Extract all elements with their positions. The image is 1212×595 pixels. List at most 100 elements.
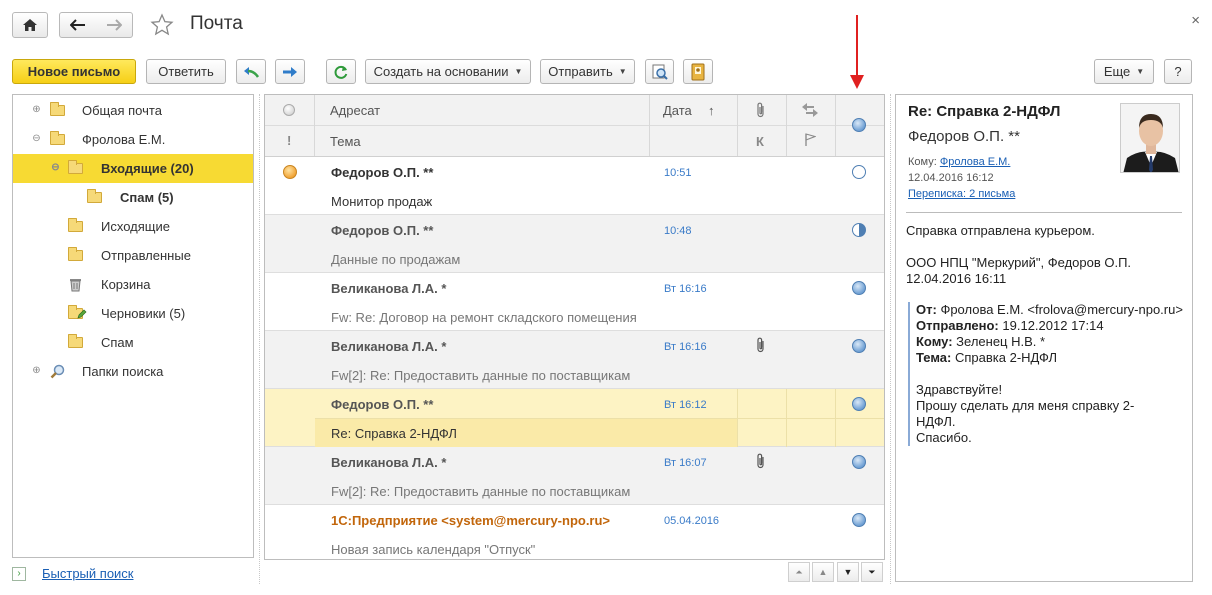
chevron-right-icon[interactable]: ›: [12, 566, 26, 581]
table-row[interactable]: 1С:Предприятие <system@mercury-npo.ru> Но…: [265, 505, 884, 559]
sort-ascending-icon[interactable]: ↑: [708, 103, 715, 118]
row-subject: Новая запись календаря "Отпуск": [331, 542, 536, 557]
status-empty-icon[interactable]: [852, 165, 866, 179]
attachment-header-icon[interactable]: [756, 102, 766, 121]
status-full-icon[interactable]: [852, 397, 866, 411]
row-sender: 1С:Предприятие <system@mercury-npo.ru>: [331, 513, 611, 528]
message-preview: Re: Справка 2-НДФЛ Федоров О.П. ** Кому:…: [895, 94, 1193, 582]
preview-body-line: 12.04.2016 16:11: [906, 271, 1007, 286]
forward-button[interactable]: [275, 59, 305, 84]
expand-plus-icon[interactable]: ⊕: [32, 366, 41, 376]
status-full-icon[interactable]: [852, 455, 866, 469]
list-scroll-controls: ⏶ ▲ ▼ ⏷: [264, 562, 885, 584]
column-header-date[interactable]: Дата: [663, 103, 692, 118]
splitter[interactable]: [890, 94, 891, 584]
scroll-first-icon[interactable]: ⏶: [788, 562, 810, 582]
preview-body-line: Справка отправлена курьером.: [906, 223, 1095, 238]
read-status-header-icon[interactable]: [283, 104, 295, 116]
tree-item-common-mail[interactable]: ⊕ Общая почта: [13, 96, 253, 125]
tree-item-spam[interactable]: Спам: [13, 328, 253, 357]
tree-item-label: Фролова Е.М.: [82, 132, 166, 147]
more-button[interactable]: Еще ▼: [1094, 59, 1154, 84]
tree-item-spam-inbox[interactable]: Спам (5): [13, 183, 253, 212]
splitter[interactable]: [259, 94, 260, 584]
create-based-on-button[interactable]: Создать на основании ▼: [365, 59, 531, 84]
reply-forward-header-icon[interactable]: [801, 102, 819, 121]
back-arrow-icon[interactable]: [70, 19, 86, 31]
folder-icon: [87, 189, 102, 203]
home-button[interactable]: [12, 12, 48, 38]
row-sender: Федоров О.П. **: [331, 223, 434, 238]
search-mail-button[interactable]: [645, 59, 674, 84]
favorite-star-icon[interactable]: [150, 13, 174, 40]
tree-item-inbox[interactable]: ⊖ Входящие (20): [13, 154, 253, 183]
tree-item-drafts[interactable]: Черновики (5): [13, 299, 253, 328]
status-full-icon[interactable]: [852, 281, 866, 295]
tree-item-outgoing[interactable]: Исходящие: [13, 212, 253, 241]
preview-from: Федоров О.П. **: [908, 128, 1020, 145]
help-button[interactable]: ?: [1164, 59, 1192, 84]
tree-item-label: Папки поиска: [82, 364, 164, 379]
expand-plus-icon[interactable]: ⊕: [32, 105, 41, 115]
k-column-icon[interactable]: К: [756, 134, 764, 149]
tree-item-frolova[interactable]: ⊖ Фролова Е.М.: [13, 125, 253, 154]
table-row[interactable]: Великанова Л.А. * Fw: Re: Договор на ремо…: [265, 273, 884, 331]
row-sender: Великанова Л.А. *: [331, 455, 447, 470]
quick-search-link[interactable]: Быстрый поиск: [42, 566, 134, 581]
tree-item-label: Отправленные: [101, 248, 191, 263]
reply-all-button[interactable]: [236, 59, 266, 84]
preview-to-link[interactable]: Фролова Е.М.: [940, 156, 1011, 168]
reply-button[interactable]: Ответить: [146, 59, 226, 84]
column-header-subject[interactable]: Тема: [330, 134, 361, 149]
chevron-down-icon: ▼: [514, 67, 523, 76]
scroll-up-icon[interactable]: ▲: [812, 562, 834, 582]
unread-dot-icon: [283, 165, 297, 179]
close-icon[interactable]: ×: [1191, 12, 1200, 29]
status-header-icon[interactable]: [852, 118, 866, 132]
address-book-button[interactable]: [683, 59, 713, 84]
tree-item-sent[interactable]: Отправленные: [13, 241, 253, 270]
folder-icon: [68, 334, 83, 348]
tree-item-trash[interactable]: Корзина: [13, 270, 253, 299]
preview-to-label: Кому:: [908, 156, 937, 168]
address-book-icon: [691, 63, 705, 80]
chevron-down-icon: ▼: [618, 67, 627, 76]
preview-divider: [906, 212, 1182, 213]
collapse-minus-icon[interactable]: ⊖: [32, 134, 41, 144]
table-row[interactable]: Великанова Л.А. * Fw[2]: Re: Предоставить…: [265, 447, 884, 505]
pencil-icon: [77, 307, 87, 322]
folder-icon: [50, 102, 65, 116]
sender-avatar: [1120, 103, 1180, 173]
table-row[interactable]: Федоров О.П. ** Монитор продаж 10:51: [265, 157, 884, 215]
new-letter-button[interactable]: Новое письмо: [12, 59, 136, 84]
tree-item-label: Исходящие: [101, 219, 170, 234]
row-subject: Fw: Re: Договор на ремонт складского пом…: [331, 310, 637, 325]
scroll-down-icon[interactable]: ▼: [837, 562, 859, 582]
quick-search[interactable]: › Быстрый поиск: [12, 566, 134, 581]
table-row[interactable]: Великанова Л.А. * Fw[2]: Re: Предоставить…: [265, 331, 884, 389]
table-row[interactable]: Федоров О.П. ** Re: Справка 2-НДФЛ Вт 16:1…: [265, 389, 884, 447]
tree-item-search-folders[interactable]: ⊕ Папки поиска: [13, 357, 253, 386]
importance-icon[interactable]: !: [287, 133, 291, 148]
column-header-addressee[interactable]: Адресат: [330, 103, 380, 118]
preview-thread-link[interactable]: Переписка: 2 письма: [908, 188, 1015, 200]
quoted-message: От: Фролова Е.М. <frolova@mercury-npo.ru…: [908, 302, 1183, 446]
refresh-button[interactable]: [326, 59, 356, 84]
send-button[interactable]: Отправить ▼: [540, 59, 635, 84]
status-half-icon[interactable]: [852, 223, 866, 237]
refresh-icon: [334, 65, 348, 79]
more-label: Еще: [1103, 64, 1131, 79]
row-date: Вт 16:07: [664, 457, 707, 469]
flag-header-icon[interactable]: [804, 133, 817, 150]
forward-arrow-icon[interactable]: [106, 19, 122, 31]
table-row[interactable]: Федоров О.П. ** Данные по продажам 10:48: [265, 215, 884, 273]
preview-body-line: ООО НПЦ "Меркурий", Федоров О.П.: [906, 255, 1132, 270]
row-sender: Федоров О.П. **: [331, 397, 434, 412]
row-date: 05.04.2016: [664, 515, 720, 527]
status-full-icon[interactable]: [852, 339, 866, 353]
scroll-last-icon[interactable]: ⏷: [861, 562, 883, 582]
status-full-icon[interactable]: [852, 513, 866, 527]
row-sender: Великанова Л.А. *: [331, 281, 447, 296]
collapse-minus-icon[interactable]: ⊖: [51, 163, 60, 173]
create-based-on-label: Создать на основании: [373, 64, 509, 79]
